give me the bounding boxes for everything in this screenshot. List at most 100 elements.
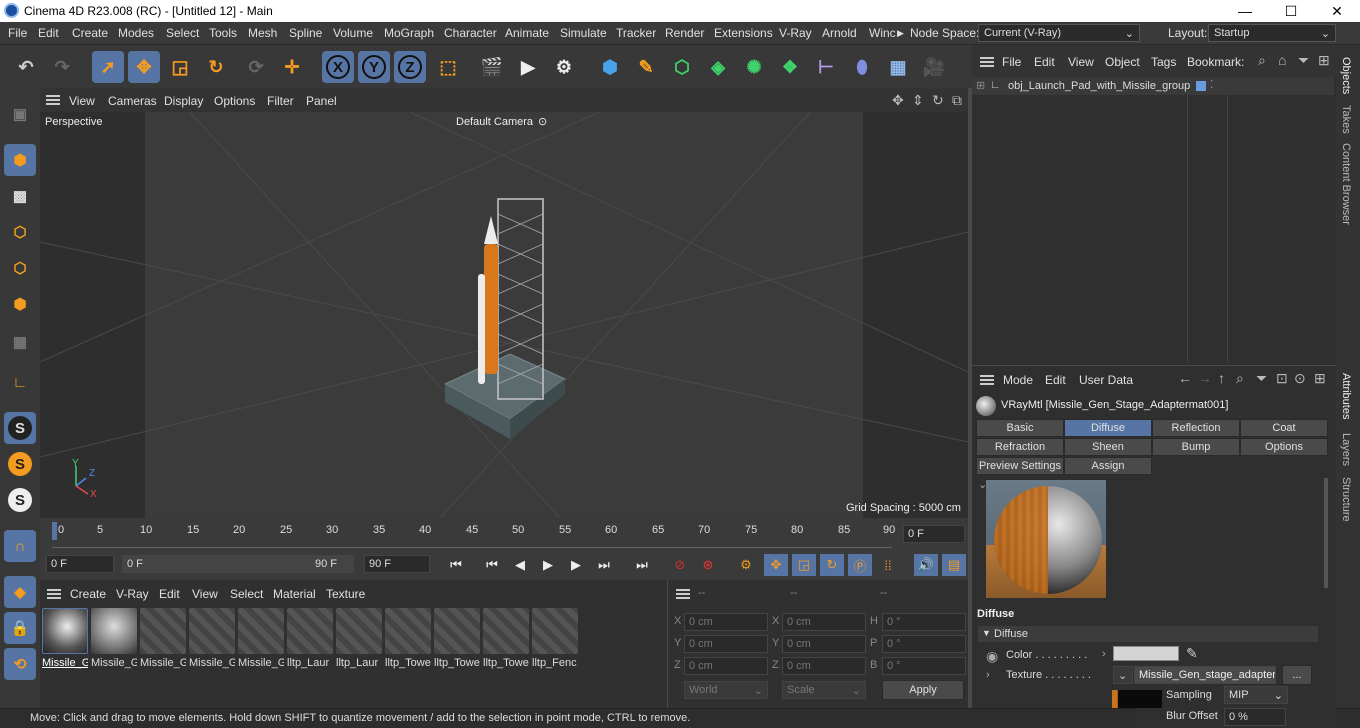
menu-overflow-icon[interactable]: ▶ xyxy=(897,28,904,39)
tree-expand-icon[interactable]: ⊞ xyxy=(976,79,985,92)
points-mode-icon[interactable]: ⬡ xyxy=(4,216,36,248)
lock-workplane-icon[interactable]: 🔒 xyxy=(4,612,36,644)
object-row[interactable]: ⊞ ∟ obj_Launch_Pad_with_Missile_group ⁚ xyxy=(972,77,1334,95)
prev-key-icon[interactable]: ⏮ xyxy=(480,554,504,576)
zoom-view-icon[interactable]: ⇕ xyxy=(912,92,924,109)
cube-primitive-icon[interactable]: ⬢ xyxy=(594,51,626,83)
viewport-menu-panel[interactable]: Panel xyxy=(306,94,337,108)
expand-arrow-icon[interactable]: › xyxy=(986,669,990,681)
world-dropdown[interactable]: World ⌄ xyxy=(684,681,768,699)
sound-icon[interactable]: 🔊 xyxy=(914,554,938,576)
material-swatch[interactable] xyxy=(532,608,578,654)
redo-icon[interactable]: ↷ xyxy=(46,51,78,83)
back-arrow-icon[interactable]: ← xyxy=(1178,370,1192,386)
sidetab-objects[interactable]: Objects xyxy=(1340,57,1352,94)
position-y-field[interactable]: 0 cm xyxy=(684,635,768,653)
scrollbar[interactable] xyxy=(1324,478,1328,588)
polygons-mode-icon[interactable]: ⬢ xyxy=(4,288,36,320)
keyframe-selection-icon[interactable]: ⚙ xyxy=(734,554,758,576)
menu-window[interactable]: Winc xyxy=(869,26,896,40)
texture-browse-button[interactable]: ... xyxy=(1282,665,1312,685)
current-frame-field[interactable]: 0 F xyxy=(903,525,965,543)
lock-icon[interactable]: ⊡ xyxy=(1276,370,1288,387)
tab-options[interactable]: Options xyxy=(1240,438,1328,456)
blur-offset-field[interactable]: 0 % xyxy=(1224,708,1286,726)
material-menu-create[interactable]: Create xyxy=(70,587,106,601)
obj-menu-edit[interactable]: Edit xyxy=(1034,55,1055,69)
menu-animate[interactable]: Animate xyxy=(505,26,549,40)
scale-dropdown[interactable]: Scale ⌄ xyxy=(782,681,866,699)
menu-volume[interactable]: Volume xyxy=(333,26,373,40)
film-icon[interactable]: ▤ xyxy=(942,554,966,576)
prev-frame-icon[interactable]: ◀ xyxy=(508,554,532,576)
sidetab-content-browser[interactable]: Content Browser xyxy=(1340,143,1352,225)
layout-dropdown[interactable]: Startup ⌄ xyxy=(1208,24,1336,42)
maximize-button[interactable]: ☐ xyxy=(1268,0,1314,22)
extrude-icon[interactable]: ◈ xyxy=(702,51,734,83)
material-swatch[interactable] xyxy=(287,608,333,654)
up-arrow-icon[interactable]: ↑ xyxy=(1218,370,1225,386)
attr-menu-userdata[interactable]: User Data xyxy=(1079,373,1133,387)
forward-arrow-icon[interactable]: → xyxy=(1198,370,1212,386)
record-keys-icon[interactable]: ⊘ xyxy=(668,554,692,576)
pan-view-icon[interactable]: ✥ xyxy=(892,92,904,109)
cloner-icon[interactable]: ✺ xyxy=(738,51,770,83)
play-icon[interactable]: ▶ xyxy=(536,554,560,576)
go-to-end-icon[interactable]: ⏭ xyxy=(630,554,654,576)
tab-coat[interactable]: Coat xyxy=(1240,419,1328,437)
scale-icon[interactable]: ◲ xyxy=(164,51,196,83)
menu-create[interactable]: Create xyxy=(72,26,108,40)
position-z-field[interactable]: 0 cm xyxy=(684,657,768,675)
tab-preview-settings[interactable]: Preview Settings xyxy=(976,457,1064,475)
param-key-icon[interactable]: Ⓟ xyxy=(848,554,872,576)
solo-hierarchy-icon[interactable]: S xyxy=(4,448,36,480)
search-icon[interactable]: ⌕ xyxy=(1258,52,1266,69)
transform-icon[interactable]: ✛ xyxy=(276,51,308,83)
timeline-ruler[interactable]: 0 5 10 15 20 25 30 35 40 45 50 55 60 65 … xyxy=(40,518,968,550)
menu-mesh[interactable]: Mesh xyxy=(248,26,277,40)
attr-menu-mode[interactable]: Mode xyxy=(1003,373,1033,387)
rotate-icon[interactable]: ↻ xyxy=(200,51,232,83)
menu-character[interactable]: Character xyxy=(444,26,497,40)
new-view-icon[interactable]: ⊞ xyxy=(1314,370,1326,387)
close-button[interactable]: ✕ xyxy=(1314,0,1360,22)
filter-icon[interactable]: ⏷ xyxy=(1298,52,1309,69)
y-axis-lock-icon[interactable]: Y xyxy=(358,51,390,83)
menu-edit[interactable]: Edit xyxy=(38,26,59,40)
solo-off-icon[interactable]: S xyxy=(4,484,36,516)
color-swatch[interactable] xyxy=(1113,646,1179,661)
field-icon[interactable]: ⬮ xyxy=(846,51,878,83)
menu-file[interactable]: File xyxy=(8,26,27,40)
home-icon[interactable]: ⌂ xyxy=(1278,52,1286,68)
z-axis-lock-icon[interactable]: Z xyxy=(394,51,426,83)
material-menu-material[interactable]: Material xyxy=(273,587,316,601)
solo-icon[interactable]: S xyxy=(4,412,36,444)
toggle-view-icon[interactable]: ⧉ xyxy=(952,92,962,109)
material-swatch[interactable] xyxy=(91,608,137,654)
timeline-playhead[interactable] xyxy=(52,522,57,540)
tab-refraction[interactable]: Refraction xyxy=(976,438,1064,456)
floor-icon[interactable]: ▦ xyxy=(882,51,914,83)
menu-mograph[interactable]: MoGraph xyxy=(384,26,434,40)
menu-tools[interactable]: Tools xyxy=(209,26,237,40)
rotation-key-icon[interactable]: ↻ xyxy=(820,554,844,576)
coordinate-system-icon[interactable]: ⬚ xyxy=(432,51,464,83)
obj-menu-view[interactable]: View xyxy=(1068,55,1094,69)
viewport-menu-view[interactable]: View xyxy=(69,94,95,108)
make-editable-icon[interactable]: ▣ xyxy=(4,98,36,130)
material-swatch[interactable] xyxy=(483,608,529,654)
material-swatch[interactable] xyxy=(434,608,480,654)
3d-viewport[interactable]: Perspective Default Camera ⊙ Grid Spacin… xyxy=(40,112,968,518)
material-menu-edit[interactable]: Edit xyxy=(159,587,180,601)
obj-menu-file[interactable]: File xyxy=(1002,55,1021,69)
menu-vray[interactable]: V-Ray xyxy=(779,26,812,40)
tab-assign[interactable]: Assign xyxy=(1064,457,1152,475)
rotation-b-field[interactable]: 0 ° xyxy=(882,657,966,675)
mograph-icon[interactable]: ❖ xyxy=(774,51,806,83)
hamburger-icon[interactable] xyxy=(46,95,60,105)
texture-menu-dropdown[interactable]: ⌄ xyxy=(1113,666,1133,684)
animate-radio-icon[interactable]: ◉ xyxy=(986,648,998,665)
autokey-icon[interactable]: ⊛ xyxy=(696,554,720,576)
material-menu-select[interactable]: Select xyxy=(230,587,263,601)
menu-spline[interactable]: Spline xyxy=(289,26,322,40)
